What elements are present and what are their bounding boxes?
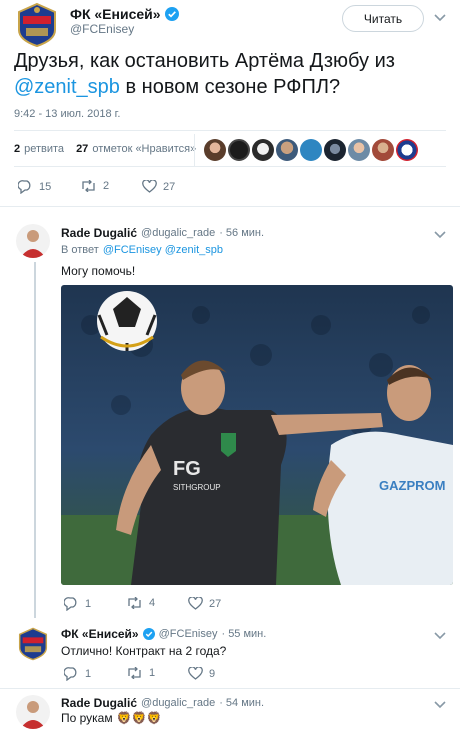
liker-avatar[interactable] (228, 139, 250, 161)
reply-author-handle[interactable]: @dugalic_rade (141, 697, 215, 709)
tweet-photo[interactable]: FG SITHGROUP GAZPROM (61, 285, 453, 585)
reply-avatar[interactable] (16, 695, 50, 729)
reply-count: 1 (85, 598, 92, 610)
chevron-down-icon[interactable] (434, 632, 446, 640)
reply-text: Отлично! Контракт на 2 года? (61, 644, 227, 658)
retweets-count[interactable]: 2 (14, 143, 20, 155)
shirt-text-sub: SITHGROUP (173, 483, 221, 492)
follow-button[interactable]: Читать (342, 5, 424, 32)
retweet-button[interactable]: 2 (80, 180, 109, 192)
reply-author-name[interactable]: Rade Dugalić (61, 226, 137, 240)
retweet-icon (128, 667, 141, 679)
like-button[interactable]: 27 (188, 597, 221, 610)
retweet-count: 4 (149, 597, 156, 609)
reply-count: 1 (85, 668, 92, 680)
reply-button[interactable]: 15 (18, 180, 51, 194)
divider (14, 130, 446, 131)
chevron-down-icon[interactable] (434, 701, 446, 709)
tweet-stats: 2 ретвита 27 отметок «Нравится» (14, 143, 196, 155)
reply-icon (64, 597, 77, 611)
heart-icon (188, 667, 203, 680)
divider (0, 206, 460, 207)
reply-count: 15 (39, 181, 52, 193)
liker-avatar[interactable] (204, 139, 226, 161)
liker-avatar[interactable] (276, 139, 298, 161)
tweet-text: Друзья, как остановить Артёма Дзюбу из @… (14, 48, 434, 100)
reply-header: Rade Dugalić @dugalic_rade · 54 мин. (61, 696, 264, 710)
reply-text: По рукам (61, 711, 113, 725)
divider (194, 134, 195, 166)
liker-avatar[interactable] (324, 139, 346, 161)
avatar (16, 224, 50, 258)
thread-line (34, 262, 36, 618)
reply-text: Могу помочь! (61, 264, 136, 278)
author-handle[interactable]: @FCEnisey (70, 22, 134, 36)
reply-text-row: По рукам 🦁🦁🦁 (61, 711, 161, 725)
reply-avatar[interactable] (16, 627, 50, 661)
reply-author-handle[interactable]: @dugalic_rade (141, 227, 215, 239)
reply-button[interactable]: 1 (64, 667, 91, 681)
in-reply-prefix: В ответ (61, 244, 99, 256)
retweets-label[interactable]: ретвита (24, 143, 64, 155)
retweet-button[interactable]: 4 (126, 597, 155, 609)
reply-author-handle[interactable]: @FCEnisey (159, 628, 218, 640)
reply-time[interactable]: · 55 мин. (221, 628, 266, 640)
retweet-icon (82, 180, 95, 192)
reply-header: Rade Dugalić @dugalic_rade · 56 мин. (61, 226, 264, 240)
mention-link[interactable]: @zenit_spb (14, 76, 120, 98)
liker-avatar[interactable] (252, 139, 274, 161)
verified-icon (164, 7, 179, 21)
liker-avatar[interactable] (396, 139, 418, 161)
opponent-shirt-text: GAZPROM (379, 478, 445, 493)
likers-avatars (204, 139, 418, 161)
in-reply-handles[interactable]: @FCEnisey @zenit_spb (103, 244, 223, 256)
likes-count[interactable]: 27 (76, 143, 88, 155)
chevron-down-icon[interactable] (434, 231, 446, 239)
avatar (18, 627, 48, 661)
tweet-text-part2: в новом сезоне РФПЛ? (125, 76, 341, 98)
reply-button[interactable]: 1 (64, 597, 91, 611)
like-button[interactable]: 27 (142, 180, 175, 193)
reply-icon (18, 180, 31, 194)
tweet-text-part1: Друзья, как остановить Артёма Дзюбу из (14, 50, 395, 72)
liker-avatar[interactable] (300, 139, 322, 161)
retweet-count: 1 (149, 667, 156, 679)
reply-author-name[interactable]: ФК «Енисей» (61, 627, 139, 641)
author-name-row[interactable]: ФК «Енисей» (70, 6, 179, 22)
heart-icon (142, 180, 157, 193)
shirt-text-main: FG (173, 458, 201, 480)
author-name[interactable]: ФК «Енисей» (70, 6, 161, 22)
reply-author-name[interactable]: Rade Dugalić (61, 696, 137, 710)
reply-avatar[interactable] (16, 224, 50, 258)
reply-header: ФК «Енисей» @FCEnisey · 55 мин. (61, 627, 266, 641)
retweet-icon (128, 597, 141, 609)
liker-avatar[interactable] (372, 139, 394, 161)
football-photo: FG SITHGROUP GAZPROM (61, 285, 453, 585)
author-avatar[interactable] (14, 2, 60, 48)
like-button[interactable]: 9 (188, 667, 215, 680)
retweet-count: 2 (103, 180, 110, 192)
divider (0, 688, 460, 689)
like-count: 27 (209, 597, 222, 610)
reply-time[interactable]: · 56 мин. (219, 227, 264, 239)
liker-avatar[interactable] (348, 139, 370, 161)
in-reply-to: В ответ @FCEnisey @zenit_spb (61, 244, 223, 256)
retweet-button[interactable]: 1 (126, 667, 155, 679)
heart-icon (188, 597, 203, 610)
reply-icon (64, 667, 77, 681)
chevron-down-icon[interactable] (434, 14, 446, 22)
likes-label[interactable]: отметок «Нравится» (92, 143, 196, 155)
divider (14, 166, 446, 167)
verified-icon (142, 628, 155, 640)
avatar (16, 695, 50, 729)
like-count: 27 (163, 180, 176, 193)
reply-time[interactable]: · 54 мин. (219, 697, 264, 709)
lion-emoji: 🦁🦁🦁 (116, 711, 162, 725)
like-count: 9 (209, 667, 216, 680)
tweet-timestamp[interactable]: 9:42 - 13 июл. 2018 г. (14, 108, 120, 120)
